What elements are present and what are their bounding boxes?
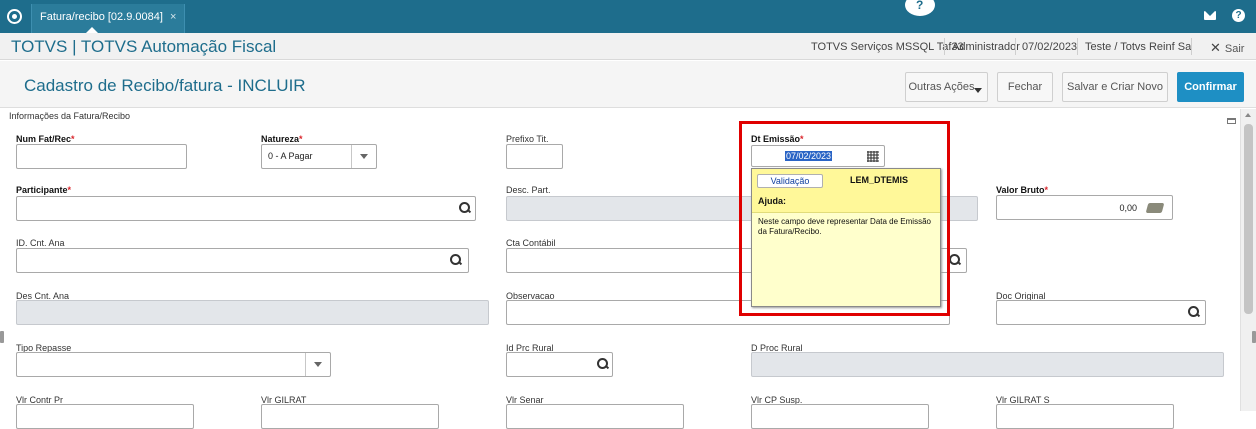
valor-bruto-label: Valor Bruto* <box>996 185 1049 195</box>
form-area: Informações da Fatura/Recibo Num Fat/Rec… <box>0 109 1240 429</box>
tab-close-icon[interactable]: × <box>170 11 176 23</box>
vlr-cp-susp-input[interactable] <box>751 404 929 429</box>
divider <box>944 38 945 55</box>
tipo-repasse-select[interactable] <box>16 352 331 377</box>
exit-button[interactable]: ✕ Sair <box>1210 40 1244 56</box>
totvs-logo-icon <box>7 9 22 24</box>
confirm-button[interactable]: Confirmar <box>1177 72 1244 102</box>
other-actions-label: Outras Ações <box>908 81 975 93</box>
vertical-scrollbar[interactable] <box>1240 109 1256 411</box>
num-fat-label: Num Fat/Rec* <box>16 134 75 144</box>
search-icon[interactable] <box>949 254 961 266</box>
id-prc-rural-input[interactable] <box>506 352 613 377</box>
divider <box>1191 38 1192 55</box>
save-and-new-button[interactable]: Salvar e Criar Novo <box>1062 72 1168 102</box>
chat-help-icon[interactable] <box>903 0 937 18</box>
company-info: Teste / Totvs Reinf Sa <box>1085 41 1192 53</box>
id-cnt-ana-input[interactable] <box>16 248 469 273</box>
right-resize-handle[interactable] <box>1252 331 1256 343</box>
vlr-gilrat-s-input[interactable] <box>996 404 1174 429</box>
num-fat-input[interactable] <box>16 144 187 169</box>
tab-fatura-recibo[interactable]: Fatura/recibo [02.9.0084] × <box>31 4 186 33</box>
app-bar: TOTVS | TOTVS Automação Fiscal TOTVS Ser… <box>0 33 1256 60</box>
divider <box>1015 38 1016 55</box>
chevron-down-icon <box>351 145 376 168</box>
id-cnt-ana-label: ID. Cnt. Ana <box>16 238 65 248</box>
vlr-contr-pr-input[interactable] <box>16 404 194 429</box>
participante-label: Participante* <box>16 185 72 195</box>
other-actions-button[interactable]: Outras Ações <box>905 72 988 102</box>
chevron-down-icon <box>974 88 982 93</box>
section-title: Informações da Fatura/Recibo <box>9 111 131 121</box>
highlight-box <box>739 121 950 316</box>
scroll-up-icon[interactable] <box>1245 113 1251 117</box>
close-button[interactable]: Fechar <box>997 72 1053 102</box>
date-info: 07/02/2023 <box>1022 41 1078 53</box>
vlr-senar-input[interactable] <box>506 404 684 429</box>
left-resize-handle[interactable] <box>0 331 4 343</box>
cta-contabil-label: Cta Contábil <box>506 238 556 248</box>
prefixo-label: Prefixo Tit. <box>506 134 549 144</box>
des-cnt-ana-field <box>16 300 489 325</box>
search-icon[interactable] <box>459 202 471 214</box>
page-title: Cadastro de Recibo/fatura - INCLUIR <box>24 76 306 95</box>
natureza-label: Natureza* <box>261 134 303 144</box>
user-info: Administrador <box>952 41 1020 53</box>
app-title: TOTVS | TOTVS Automação Fiscal <box>11 37 277 56</box>
desc-part-label: Desc. Part. <box>506 185 551 195</box>
participante-input[interactable] <box>16 196 476 221</box>
page-header: Cadastro de Recibo/fatura - INCLUIR Outr… <box>0 61 1256 108</box>
prefixo-input[interactable] <box>506 144 563 169</box>
mail-icon[interactable] <box>1204 11 1216 20</box>
search-icon[interactable] <box>1188 306 1200 318</box>
vlr-gilrat-input[interactable] <box>261 404 439 429</box>
server-info: TOTVS Serviços MSSQL Taf33 <box>811 41 964 53</box>
chevron-down-icon <box>305 353 330 376</box>
restore-icon[interactable] <box>1227 118 1236 124</box>
search-icon[interactable] <box>597 358 609 370</box>
scroll-thumb[interactable] <box>1244 124 1253 314</box>
top-bar: Fatura/recibo [02.9.0084] × ? <box>0 0 1256 33</box>
d-proc-rural-field <box>751 352 1224 377</box>
tab-label: Fatura/recibo [02.9.0084] <box>40 11 163 23</box>
divider <box>1077 38 1078 55</box>
money-icon[interactable] <box>1145 203 1165 213</box>
valor-bruto-input[interactable]: 0,00 <box>996 195 1173 220</box>
search-icon[interactable] <box>450 254 462 266</box>
natureza-select[interactable]: 0 - A Pagar <box>261 144 377 169</box>
doc-original-input[interactable] <box>996 300 1206 325</box>
exit-label: Sair <box>1224 43 1245 55</box>
help-icon[interactable]: ? <box>1232 9 1245 22</box>
close-icon: ✕ <box>1210 40 1221 55</box>
